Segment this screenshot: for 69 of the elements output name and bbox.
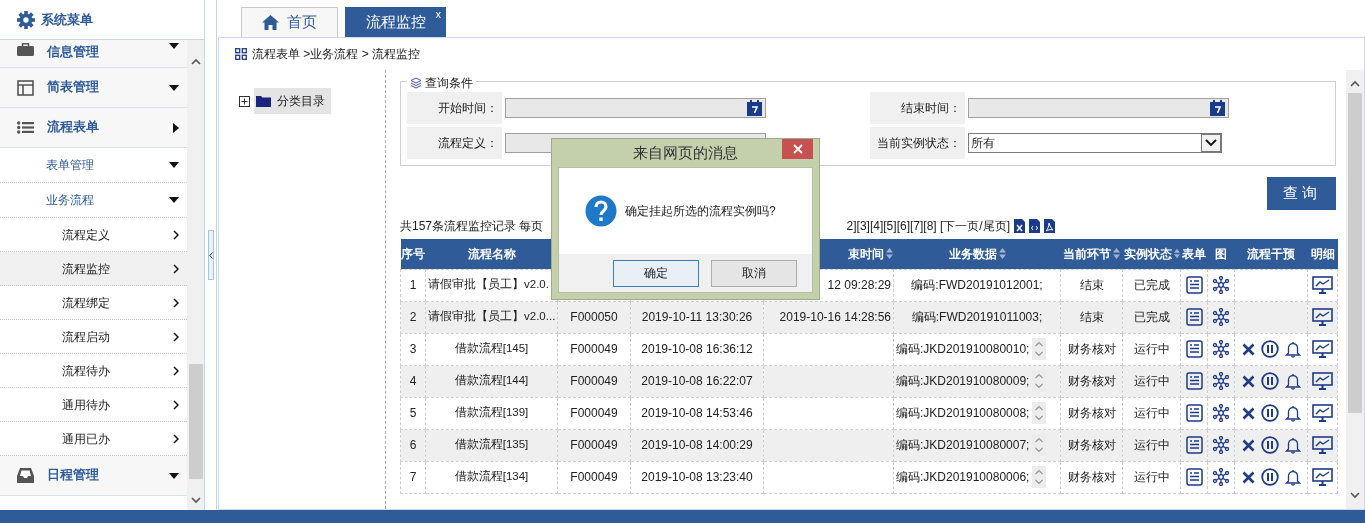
table-cell: 12 09:28:29 bbox=[827, 278, 891, 292]
table-cell-text: 编码:FWD20191012001; bbox=[911, 277, 1043, 294]
table-cell: 借款流程[144] bbox=[454, 374, 529, 387]
table-cell: 运行中 bbox=[1133, 374, 1170, 388]
column-header: 实例状态 bbox=[1123, 245, 1172, 263]
table-cell: 请假审批【员工】v2.0... bbox=[428, 310, 556, 323]
table-cell: 财务核对 bbox=[1067, 406, 1116, 420]
dialog-title: 来自网页的消息 bbox=[632, 142, 739, 163]
table-cell: 借款流程[145] bbox=[454, 342, 529, 355]
column-header: 业务数据 bbox=[948, 245, 997, 263]
table-cell: F000049 bbox=[570, 438, 618, 452]
table-cell: 运行中 bbox=[1133, 342, 1170, 356]
table-cell: F000049 bbox=[570, 374, 618, 388]
column-header: 当前环节 bbox=[1063, 245, 1111, 263]
table-cell: 财务核对 bbox=[1067, 438, 1116, 452]
table-cell: 3 bbox=[409, 342, 417, 356]
column-header: 图 bbox=[1215, 245, 1227, 263]
table-cell: 结束 bbox=[1079, 278, 1104, 292]
table-cell: 已完成 bbox=[1133, 278, 1170, 292]
table-cell-text: 编码:FWD20191011003; bbox=[911, 309, 1043, 326]
field-label: 结束时间： bbox=[869, 92, 965, 124]
table-cell: 2019-10-08 16:22:07 bbox=[641, 374, 753, 388]
column-header: 流程名称 bbox=[467, 245, 516, 263]
panel-title: 查询条件 bbox=[425, 75, 473, 92]
column-header: 序号 bbox=[401, 245, 425, 263]
table-cell: 运行中 bbox=[1133, 406, 1170, 420]
table-cell: 1 bbox=[409, 278, 417, 292]
table-cell-text: 编码:JKD201910080007; bbox=[896, 437, 1030, 454]
table-cell: 2019-10-11 13:30:26 bbox=[641, 310, 753, 324]
table-cell: 7 bbox=[409, 470, 417, 484]
table-cell-text: 编码:JKD201910080006; bbox=[896, 469, 1030, 486]
record-count: 共157条流程监控记录 每页 bbox=[400, 218, 544, 235]
table-cell-text: 编码:JKD201910080010; bbox=[896, 341, 1030, 358]
field-label: 流程定义： bbox=[407, 127, 502, 159]
table-cell: F000050 bbox=[570, 310, 618, 324]
table-cell: 请假审批【员工】v2.0. bbox=[428, 278, 549, 291]
sidebar-title: 系统菜单 bbox=[41, 10, 93, 29]
table-cell: 2019-10-08 14:53:46 bbox=[641, 406, 753, 420]
dialog-message: 确定挂起所选的流程实例吗? bbox=[625, 203, 776, 220]
table-cell: 财务核对 bbox=[1067, 470, 1116, 484]
column-header: 束时间 bbox=[847, 245, 884, 263]
table-cell: 借款流程[134] bbox=[454, 470, 529, 483]
field-label: 当前实例状态： bbox=[869, 127, 965, 159]
table-cell: 运行中 bbox=[1133, 438, 1170, 452]
table-cell: 结束 bbox=[1079, 310, 1104, 324]
field-label: 开始时间： bbox=[407, 92, 502, 124]
table-cell: 已完成 bbox=[1133, 310, 1170, 324]
table-cell: F000049 bbox=[570, 406, 618, 420]
table-cell: 5 bbox=[409, 406, 417, 420]
table-cell: 4 bbox=[409, 374, 417, 388]
table-cell: 6 bbox=[409, 438, 417, 452]
table-cell: 2 bbox=[409, 310, 417, 324]
table-cell: 2019-10-08 13:23:40 bbox=[641, 470, 753, 484]
table-cell: F000049 bbox=[570, 342, 618, 356]
column-header: 表单 bbox=[1182, 245, 1206, 263]
table-cell: 借款流程[135] bbox=[454, 438, 529, 451]
column-header: 明细 bbox=[1310, 245, 1335, 263]
column-header: 流程干预 bbox=[1247, 245, 1295, 263]
table-cell: 2019-10-16 14:28:56 bbox=[779, 310, 891, 324]
table-cell: 2019-10-08 14:00:29 bbox=[641, 438, 753, 452]
table-cell: 财务核对 bbox=[1067, 342, 1116, 356]
breadcrumb: 流程表单 >业务流程 > 流程监控 bbox=[252, 46, 421, 63]
table-cell-text: 编码:JKD201910080009; bbox=[896, 373, 1030, 390]
table-cell: 借款流程[139] bbox=[454, 406, 529, 419]
table-cell-text: 编码:JKD201910080008; bbox=[896, 405, 1030, 422]
table-cell: 运行中 bbox=[1133, 470, 1170, 484]
table-cell: 2019-10-08 16:36:12 bbox=[641, 342, 753, 356]
table-cell: F000049 bbox=[570, 470, 618, 484]
table-cell: 财务核对 bbox=[1067, 374, 1116, 388]
